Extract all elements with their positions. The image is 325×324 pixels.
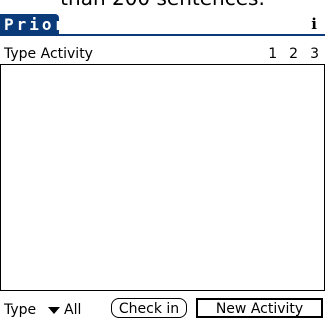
app-title[interactable]: Prior bbox=[0, 14, 64, 36]
clipped-caption-text: than 200 sentences. bbox=[0, 0, 325, 8]
check-in-button[interactable]: Check in bbox=[111, 298, 187, 318]
title-bar: Prior i bbox=[0, 14, 325, 36]
priority-column-1: 1 bbox=[268, 46, 278, 62]
info-icon[interactable]: i bbox=[311, 14, 317, 34]
priority-column-2: 2 bbox=[289, 46, 299, 62]
priority-column-headers: 1 2 3 bbox=[268, 44, 319, 64]
new-activity-button[interactable]: New Activity bbox=[196, 298, 323, 318]
app-screen: than 200 sentences. Prior i Type Activit… bbox=[0, 0, 325, 324]
type-filter-value: All bbox=[64, 302, 82, 318]
type-label: Type bbox=[4, 302, 37, 318]
bottom-toolbar: Type All Check in New Activity bbox=[0, 298, 325, 322]
activity-list[interactable] bbox=[0, 64, 325, 291]
title-underline bbox=[0, 34, 325, 36]
dropdown-triangle-icon bbox=[48, 306, 60, 314]
column-header-type-activity: Type Activity bbox=[4, 46, 93, 62]
list-header: Type Activity 1 2 3 bbox=[0, 44, 325, 64]
priority-column-3: 3 bbox=[310, 46, 319, 62]
type-filter-dropdown[interactable]: All bbox=[48, 300, 81, 320]
